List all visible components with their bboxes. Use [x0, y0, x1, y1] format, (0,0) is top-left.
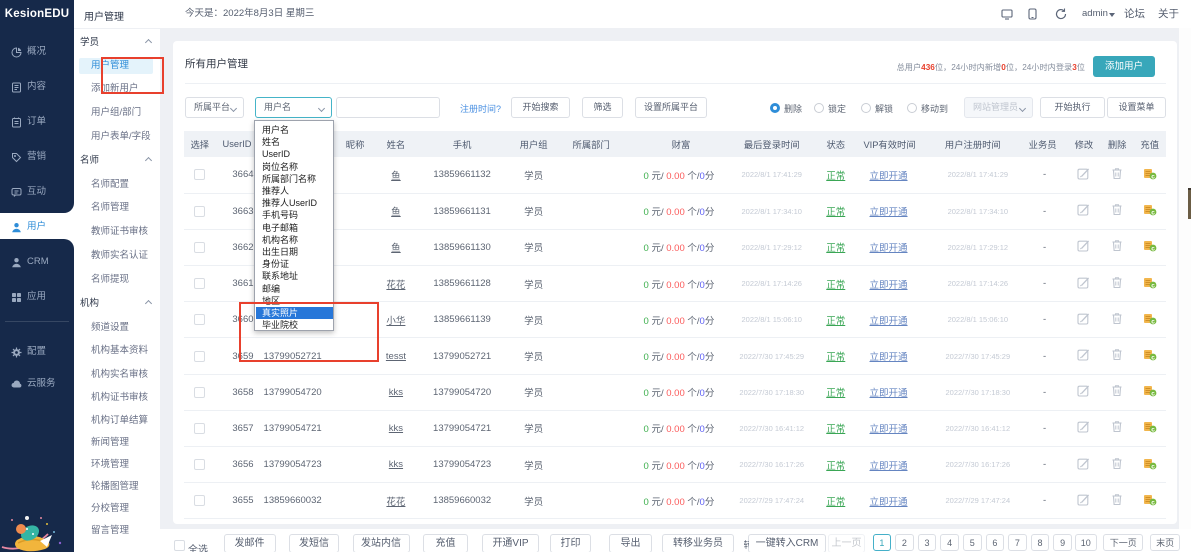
- svg-text:c: c: [1151, 499, 1155, 506]
- svg-text:c: c: [1151, 427, 1155, 434]
- svg-text:c: c: [1151, 210, 1155, 217]
- svg-text:c: c: [1151, 282, 1155, 289]
- svg-text:c: c: [1151, 318, 1155, 325]
- svg-text:c: c: [1151, 173, 1155, 180]
- svg-text:c: c: [1151, 354, 1155, 361]
- svg-text:c: c: [1151, 391, 1155, 398]
- svg-text:c: c: [1151, 246, 1155, 253]
- svg-text:c: c: [1151, 463, 1155, 470]
